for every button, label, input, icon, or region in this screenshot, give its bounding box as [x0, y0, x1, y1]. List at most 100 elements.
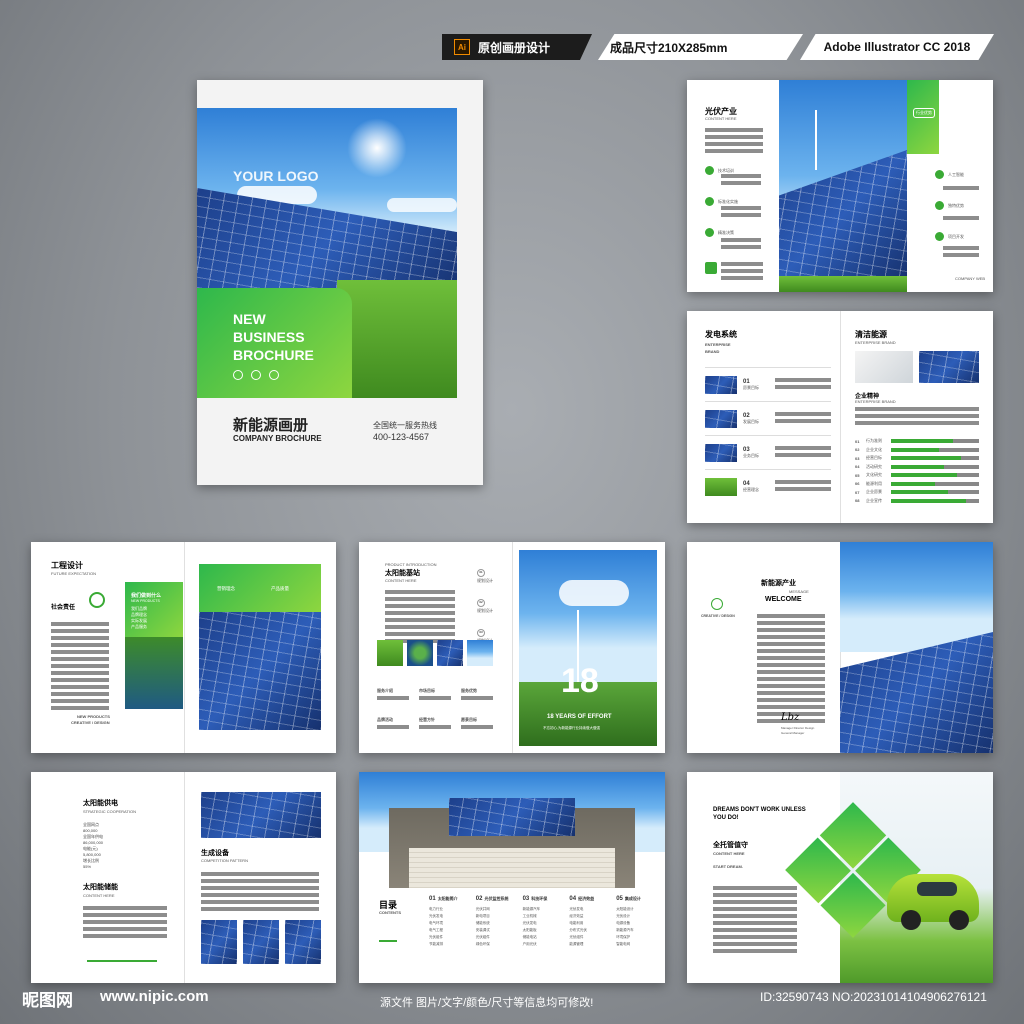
grid-label: 服务介绍 — [377, 688, 393, 693]
toc-item[interactable]: 环境保护 — [616, 934, 659, 941]
house-wall — [409, 848, 615, 888]
progress-row: 02 企业文化 — [855, 446, 979, 455]
toc-item[interactable]: 储能电站 — [523, 934, 566, 941]
eco-icon — [233, 370, 243, 380]
thumbnail-image — [377, 640, 403, 666]
creative-label: CREATIVE / DESIGN — [701, 614, 735, 618]
toc-item[interactable]: 光伏组件 — [429, 934, 472, 941]
dream-subtitle: CONTENT HERE — [713, 851, 745, 856]
spread-subtitle: STRATEGIC COOPERATION — [83, 809, 136, 814]
progress-label: 行为准则 — [866, 438, 882, 444]
dream-title-en: DREAMS DON'T WORK UNLESS YOU DO! — [713, 807, 806, 821]
size-tag: 成品尺寸210X285mm — [598, 34, 803, 60]
progress-fill — [891, 439, 953, 444]
footer-line — [87, 960, 157, 962]
toc-columns: 01 太阳能简介 电力行业 光伏发电 电气环境 电气工程 光伏组件 节能减排 02 光伏监控系统光… — [429, 896, 659, 948]
green-title: 我们做到什么 — [131, 593, 162, 599]
toc-item[interactable]: 太阳能设计 — [616, 906, 659, 913]
cover-title-en: COMPANY BROCHURE — [233, 434, 322, 443]
section-title: 社会责任 — [51, 605, 76, 611]
progress-number: 04 — [855, 464, 860, 470]
thumbnail-image — [437, 640, 463, 666]
thumbnail-row — [377, 640, 493, 666]
toc-item[interactable]: 光伏发电 — [569, 906, 612, 913]
number-circle: 03 — [477, 629, 485, 637]
wheel-icon — [949, 910, 969, 930]
progress-number: 02 — [855, 447, 860, 453]
cover-logo: YOUR LOGO — [233, 168, 319, 184]
toc-item[interactable]: 能源管理 — [569, 941, 612, 948]
toc-item[interactable]: 光伏组件 — [569, 934, 612, 941]
cover-green-block: NEW BUSINESS BROCHURE — [197, 288, 352, 398]
car-icon — [251, 370, 261, 380]
toc-column: 02 光伏监控系统光伏并网 新电项目 储能系统 安装调试 光伏组件 绿色环保 — [476, 896, 519, 948]
headline-line-1: NEW — [233, 311, 266, 327]
spread-engineering: 工程设计 FUTURE EXPECTATION 社会责任 NEW PRODUCT… — [31, 542, 336, 753]
spread-solar-supply: 太阳能供电 STRATEGIC COOPERATION 全国网点 800,000… — [31, 772, 336, 983]
progress-fill — [891, 481, 935, 486]
toc-item[interactable]: 安装调试 — [476, 927, 519, 934]
toc-item[interactable]: 电气工程 — [429, 927, 472, 934]
toc-item[interactable]: 太阳能板 — [523, 927, 566, 934]
bullet-icon — [935, 170, 944, 179]
spread-subtitle: FUTURE EXPECTATION — [51, 571, 96, 576]
toc-item[interactable]: 电气环境 — [429, 920, 472, 927]
spread-power-system: 发电系统 ENTERPRISE BRAND 01 愿景目标 02 发展目标 03 业务… — [687, 311, 993, 523]
software-tag-label: Adobe Illustrator CC 2018 — [823, 40, 971, 54]
toc-item[interactable]: 节能减排 — [429, 941, 472, 948]
toc-heading[interactable]: 经济效益 — [578, 896, 594, 902]
toc-heading[interactable]: 科技环保 — [531, 896, 547, 902]
cover-title-cn: 新能源画册 — [233, 417, 309, 434]
progress-number: 07 — [855, 489, 860, 495]
start-label: START DREAM. — [713, 864, 743, 869]
big-number: 18 — [561, 662, 599, 700]
progress-track — [891, 464, 979, 469]
toc-item[interactable]: 光伏并网 — [476, 906, 519, 913]
brochure-cover: YOUR LOGO NEW BUSINESS BROCHURE 新能源画册 CO… — [197, 80, 483, 485]
toc-item[interactable]: 经济效益 — [569, 913, 612, 920]
edit-notice: 源文件 图片/文字/颜色/尺寸等信息均可修改! — [380, 997, 594, 1009]
toc-item[interactable]: 储能系统 — [476, 920, 519, 927]
toc-item[interactable]: 光伏发电 — [523, 920, 566, 927]
toc-item[interactable]: 光伏发电 — [429, 913, 472, 920]
section-title: 太阳能储能 — [83, 884, 118, 891]
system-rows: 01 愿景目标 02 发展目标 03 业务目标 04 经营理念 — [705, 367, 831, 503]
progress-list: 01 行为准则 02 企业文化 03 经营目标 04 活动研究 05 文化研究 06 能源利用 07 企业… — [855, 437, 979, 505]
toc-heading[interactable]: 光伏监控系统 — [484, 896, 508, 902]
toc-item[interactable]: 电能利用 — [569, 920, 612, 927]
toc-item[interactable]: 户用光伏 — [523, 941, 566, 948]
toc-item[interactable]: 新电项目 — [476, 913, 519, 920]
progress-label: 经营目标 — [866, 455, 882, 461]
toc-heading[interactable]: 太阳能简介 — [438, 896, 458, 902]
toc-number: 02 — [475, 896, 483, 902]
spread-pv-industry: 光伏产业 CONTENT HERE 技术培训 标准化实施 精准决策 行业优势 人… — [687, 80, 993, 292]
toc-item[interactable]: 光伏组件 — [476, 934, 519, 941]
toc-item[interactable]: 光伏设计 — [616, 913, 659, 920]
toc-item[interactable]: 电力行业 — [429, 906, 472, 913]
number-circle: 01 — [477, 569, 485, 577]
toc-item[interactable]: 分布式光伏 — [569, 927, 612, 934]
bullet-icon — [935, 232, 944, 241]
toc-item[interactable]: 智能电网 — [616, 941, 659, 948]
toc-item[interactable]: 新能源汽车 — [616, 927, 659, 934]
site-logo: 昵图网 — [22, 991, 73, 1010]
spread-dreams: DREAMS DON'T WORK UNLESS YOU DO! 全托管值守 C… — [687, 772, 993, 983]
thumbnail-image — [285, 920, 321, 964]
bullet-icon — [935, 201, 944, 210]
progress-track — [891, 473, 979, 478]
toc-item[interactable]: 新能源汽车 — [523, 906, 566, 913]
progress-row: 06 能源利用 — [855, 480, 979, 489]
progress-number: 03 — [855, 455, 860, 461]
toc-item[interactable]: 工业机械 — [523, 913, 566, 920]
toc-item[interactable]: 绿色环保 — [476, 941, 519, 948]
solar-panel-image — [201, 792, 321, 838]
site-url[interactable]: www.nipic.com — [100, 988, 209, 1005]
foot-label: NEW PRODUCTS — [77, 714, 110, 719]
toc-item[interactable]: 电源设备 — [616, 920, 659, 927]
toc-heading[interactable]: 集成设计 — [625, 896, 641, 902]
car-window — [917, 882, 957, 896]
headline-line-2: BUSINESS — [233, 329, 305, 345]
signature-name: Manager Director Design — [781, 726, 815, 730]
label-grid: 服务介绍 市场目标 服务优势 品牌活动 经营方针 愿景目标 — [377, 688, 503, 732]
network-icon — [89, 592, 105, 608]
